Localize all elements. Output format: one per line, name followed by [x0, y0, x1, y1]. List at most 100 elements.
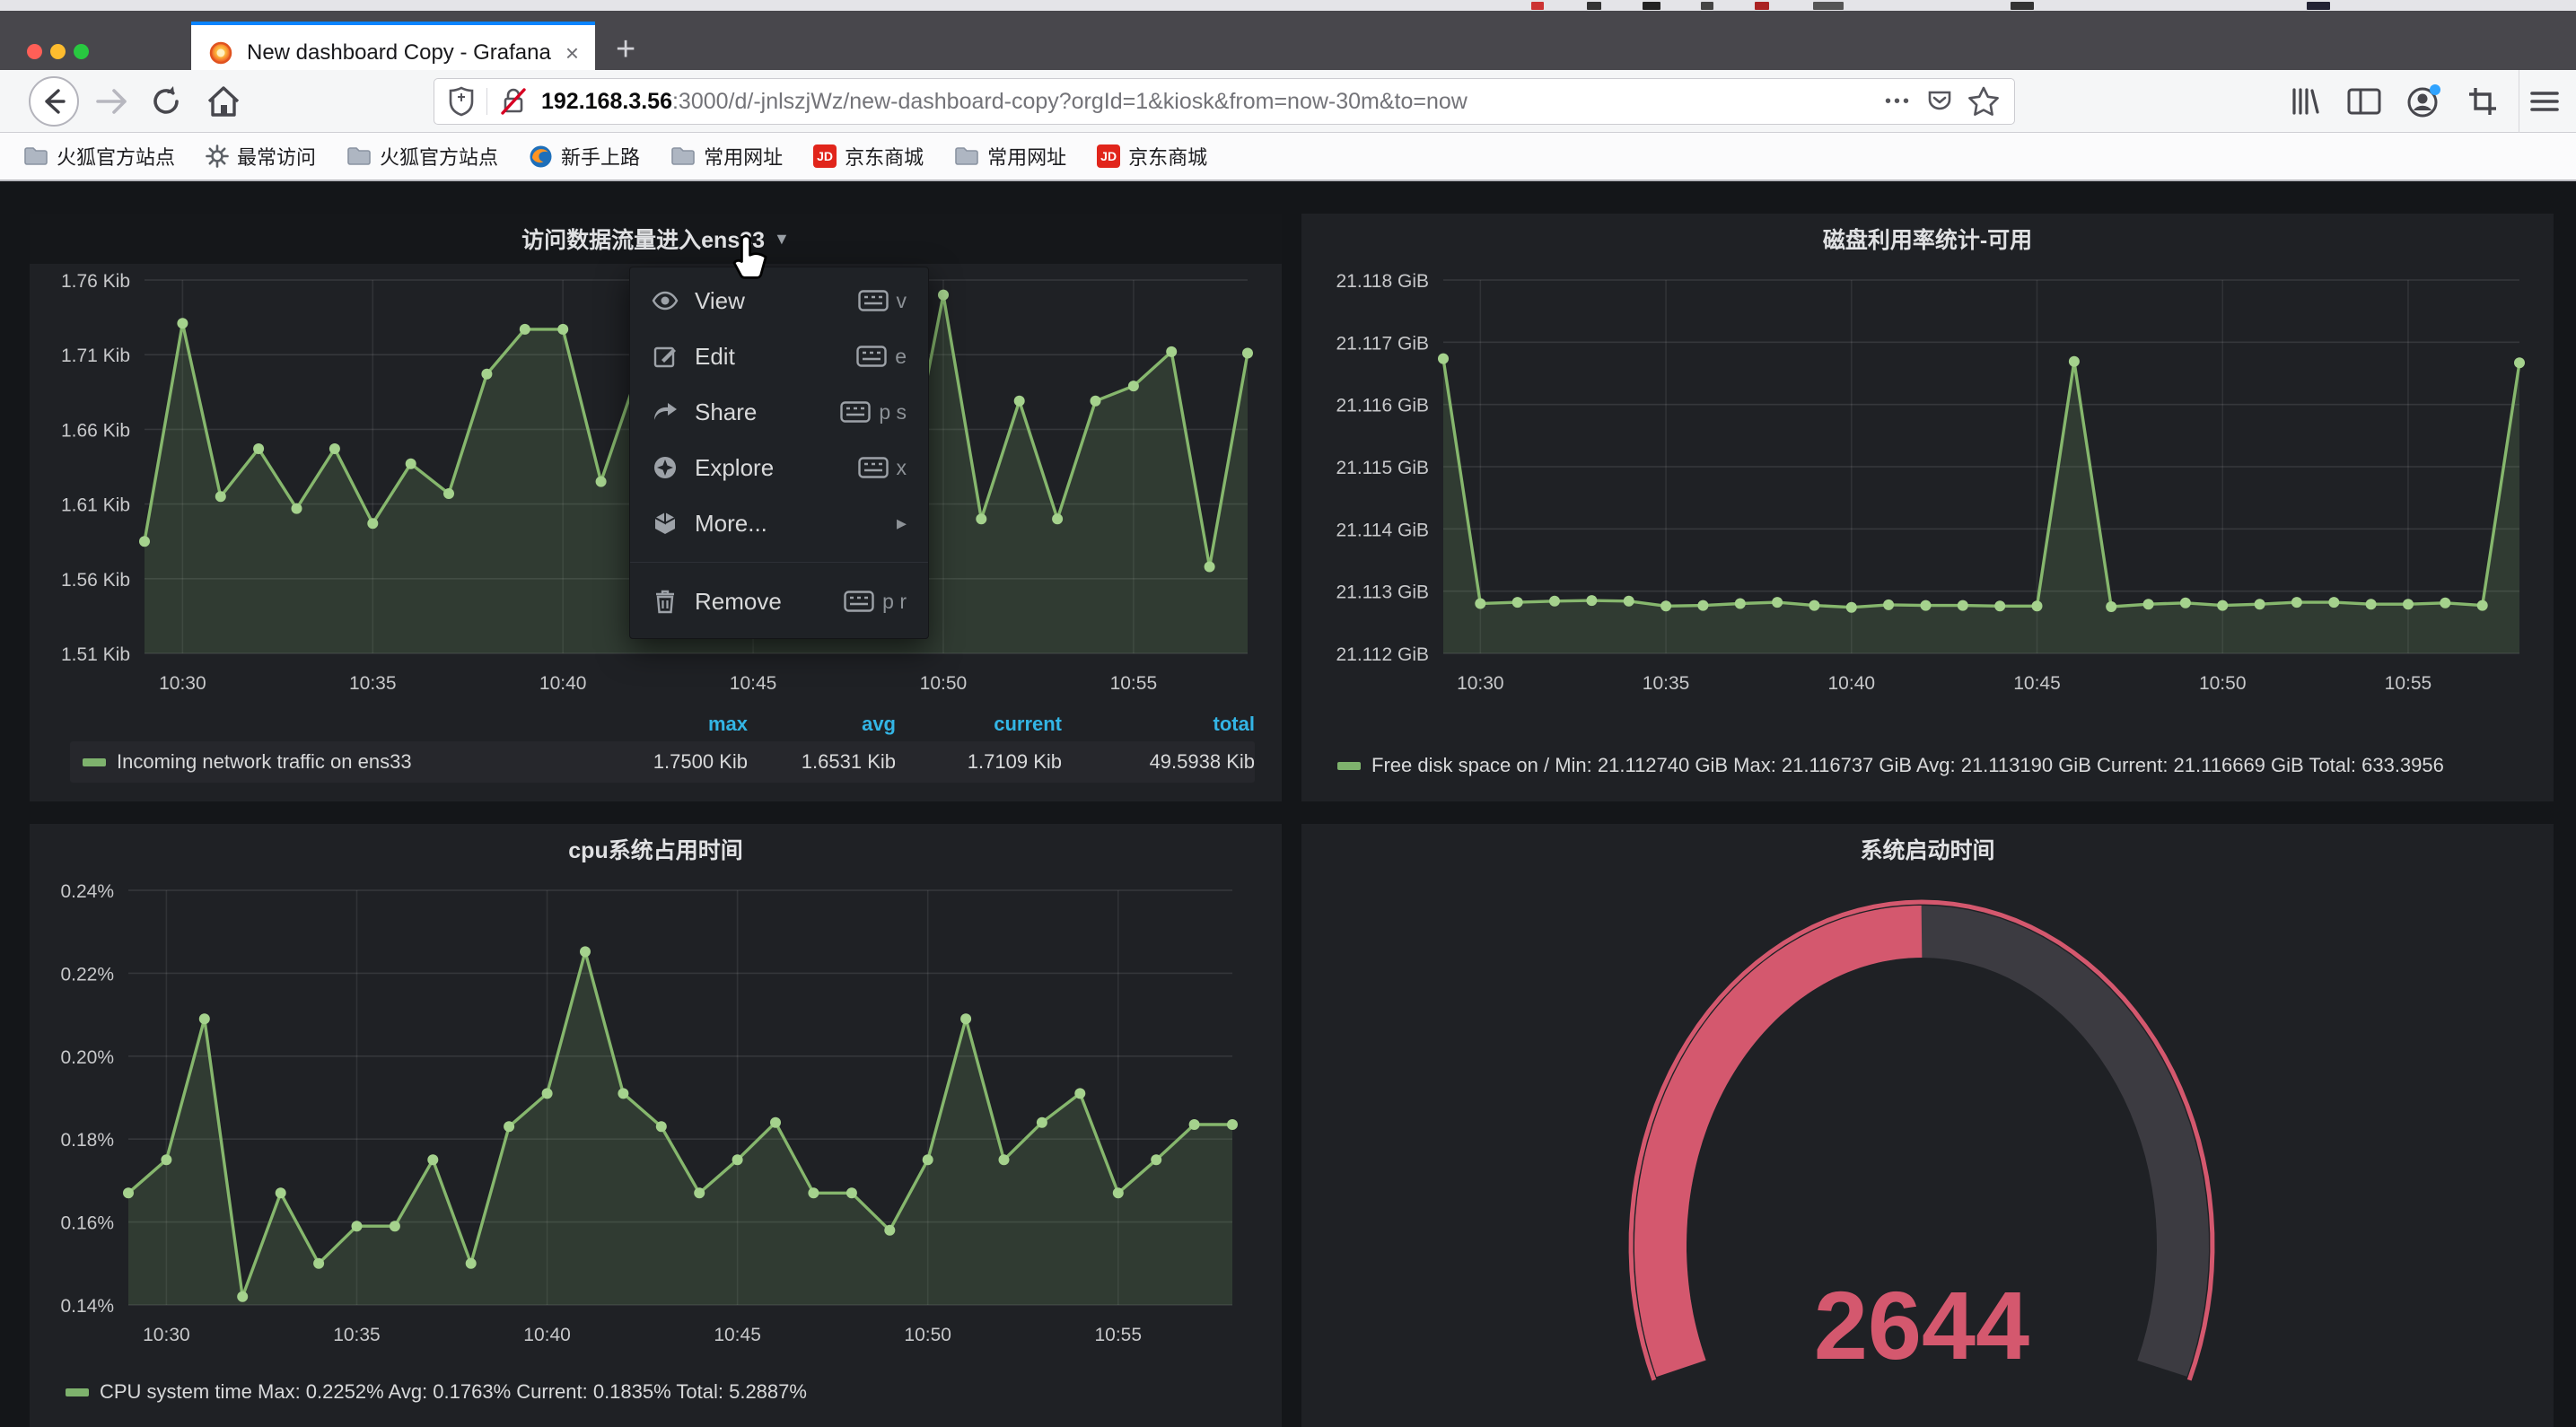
browser-tab-bar: New dashboard Copy - Grafana × +: [0, 11, 2576, 70]
shortcut: p s: [840, 400, 907, 425]
keyboard-icon: [856, 346, 887, 367]
url-bar[interactable]: 192.168.3.56:3000/d/-jnlszjWz/new-dashbo…: [434, 78, 2015, 125]
menubar-icon: [1755, 2, 1769, 10]
divider: [630, 562, 928, 563]
uptime-gauge: 2644: [1301, 874, 2554, 1427]
menu-item-label: View: [695, 287, 842, 315]
panel-title-dropdown[interactable]: 系统启动时间: [1301, 824, 2554, 874]
bookmark-label: 京东商城: [1128, 142, 1207, 171]
account-icon[interactable]: [2398, 70, 2449, 133]
firefox-icon: [529, 144, 553, 169]
library-icon[interactable]: [2280, 70, 2330, 133]
legend-header-row: max avg current total: [70, 713, 1255, 736]
svg-text:10:50: 10:50: [2199, 673, 2247, 694]
svg-text:10:40: 10:40: [539, 673, 587, 694]
bookmark-item[interactable]: 新手上路: [529, 142, 640, 171]
cpu-chart[interactable]: 10:3010:3510:4010:4510:5010:550.24%0.22%…: [30, 874, 1282, 1362]
legend-table: max avg current total Incoming network t…: [70, 713, 1255, 783]
legend-header-avg[interactable]: avg: [748, 713, 896, 736]
reload-icon[interactable]: [142, 70, 190, 133]
window-minimize-button[interactable]: [50, 44, 66, 59]
menu-item-more[interactable]: More... ▸: [630, 495, 928, 551]
mouse-cursor-hand: [729, 232, 775, 288]
menu-hamburger-icon[interactable]: [2519, 70, 2570, 133]
series-total: 49.5938 Kib: [1062, 750, 1255, 774]
new-tab-button[interactable]: +: [616, 32, 635, 66]
series-stats: CPU system time Max: 0.2252% Avg: 0.1763…: [100, 1380, 807, 1404]
window-close-button[interactable]: [27, 44, 42, 59]
bookmark-star-icon[interactable]: [1966, 84, 2002, 118]
svg-text:1.56 Kib: 1.56 Kib: [61, 570, 130, 591]
panel-title-dropdown[interactable]: 磁盘利用率统计-可用: [1301, 214, 2554, 264]
svg-text:1.51 Kib: 1.51 Kib: [61, 644, 130, 665]
series-avg: 1.6531 Kib: [748, 750, 896, 774]
svg-text:10:30: 10:30: [143, 1325, 190, 1345]
macos-menubar-sliver: [0, 0, 2576, 11]
menu-item-explore[interactable]: Explore x: [630, 440, 928, 495]
menu-item-view[interactable]: View v: [630, 273, 928, 328]
svg-text:10:35: 10:35: [1643, 673, 1690, 694]
svg-text:10:45: 10:45: [714, 1325, 761, 1345]
bookmark-label: 火狐官方站点: [380, 142, 498, 171]
insecure-lock-icon[interactable]: [498, 85, 529, 118]
legend-header-total[interactable]: total: [1062, 713, 1255, 736]
bookmark-label: 新手上路: [561, 142, 640, 171]
eye-icon: [652, 291, 679, 311]
disk-usage-chart[interactable]: 10:3010:3510:4010:4510:5010:5521.118 GiB…: [1301, 264, 2554, 704]
menu-item-label: Share: [695, 398, 824, 426]
window-zoom-button[interactable]: [74, 44, 89, 59]
sidebar-toggle-icon[interactable]: [2339, 70, 2389, 133]
menu-item-edit[interactable]: Edit e: [630, 328, 928, 384]
bookmark-item[interactable]: 常用网址: [954, 142, 1066, 171]
url-text[interactable]: 192.168.3.56:3000/d/-jnlszjWz/new-dashbo…: [541, 89, 1872, 115]
bookmark-item[interactable]: 火狐官方站点: [346, 142, 498, 171]
svg-text:10:35: 10:35: [349, 673, 397, 694]
screenshot-icon[interactable]: [2458, 70, 2508, 133]
legend-header-current[interactable]: current: [896, 713, 1062, 736]
menu-item-remove[interactable]: Remove p r: [630, 573, 928, 629]
menu-item-label: Remove: [695, 588, 828, 616]
series-current: 1.7109 Kib: [896, 750, 1062, 774]
jd-icon: JD: [1097, 144, 1120, 168]
divider: [486, 88, 487, 115]
back-button[interactable]: [25, 70, 83, 133]
keyboard-icon: [858, 457, 889, 478]
bookmark-item[interactable]: JD 京东商城: [813, 142, 924, 171]
legend-header-max[interactable]: max: [613, 713, 748, 736]
svg-text:10:35: 10:35: [333, 1325, 381, 1345]
series-color-swatch: [83, 758, 106, 766]
page-actions-icon[interactable]: •••: [1885, 92, 1912, 112]
svg-text:21.113 GiB: 21.113 GiB: [1336, 582, 1429, 603]
svg-text:2644: 2644: [1814, 1271, 2029, 1379]
panel-cpu-system-time: cpu系统占用时间 10:3010:3510:4010:4510:5010:55…: [30, 824, 1282, 1427]
forward-button[interactable]: [88, 70, 136, 133]
legend-series-row[interactable]: Incoming network traffic on ens33 1.7500…: [70, 741, 1255, 783]
menubar-icon: [1587, 2, 1601, 10]
bookmark-item[interactable]: 最常访问: [206, 142, 316, 171]
pocket-icon[interactable]: [1924, 85, 1955, 118]
panel-title: 系统启动时间: [1860, 833, 1994, 865]
bookmark-label: 最常访问: [237, 142, 316, 171]
series-name[interactable]: Incoming network traffic on ens33: [117, 750, 412, 774]
bookmark-item[interactable]: JD 京东商城: [1097, 142, 1207, 171]
menu-item-share[interactable]: Share p s: [630, 384, 928, 440]
tab-close-icon[interactable]: ×: [565, 39, 579, 67]
tracking-protection-shield-icon[interactable]: [447, 85, 476, 118]
legend-line[interactable]: Free disk space on / Min: 21.112740 GiB …: [1337, 754, 2550, 777]
panel-title-dropdown[interactable]: 访问数据流量进入ens33 ▼: [30, 214, 1282, 264]
legend-line[interactable]: CPU system time Max: 0.2252% Avg: 0.1763…: [66, 1380, 1278, 1404]
shortcut: v: [858, 289, 907, 313]
bookmark-label: 京东商城: [845, 142, 924, 171]
bookmark-label: 常用网址: [704, 142, 783, 171]
bookmark-item[interactable]: 常用网址: [670, 142, 783, 171]
series-max: 1.7500 Kib: [613, 750, 748, 774]
bookmark-item[interactable]: 火狐官方站点: [23, 142, 175, 171]
folder-icon: [346, 146, 372, 166]
svg-text:21.112 GiB: 21.112 GiB: [1336, 644, 1429, 665]
shortcut: e: [856, 345, 907, 369]
svg-text:10:55: 10:55: [2385, 673, 2432, 694]
panel-title-dropdown[interactable]: cpu系统占用时间: [30, 824, 1282, 874]
home-button[interactable]: [199, 70, 248, 133]
svg-text:10:45: 10:45: [730, 673, 777, 694]
folder-icon: [670, 146, 696, 166]
